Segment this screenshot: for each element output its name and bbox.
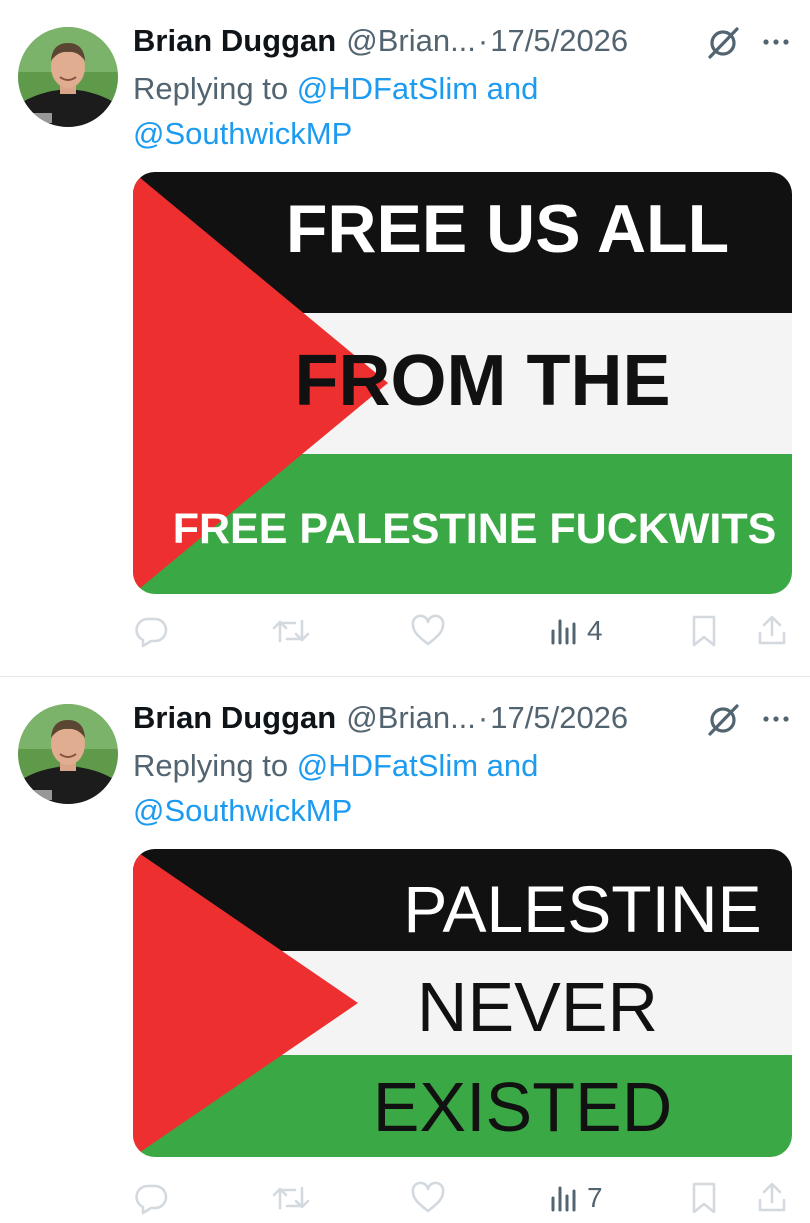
like-icon — [411, 1181, 445, 1213]
retweet-button[interactable] — [271, 606, 311, 656]
replying-to-label: Replying to — [133, 748, 289, 783]
tweet-image[interactable]: FREE US ALL FROM THE FREE PALESTINE FUCK… — [133, 172, 792, 594]
mention-conjunction: and — [486, 71, 539, 106]
image-text-line-1: PALESTINE — [403, 872, 762, 946]
author-handle[interactable]: @Brian... — [346, 698, 476, 738]
reply-button[interactable] — [133, 606, 169, 656]
views-icon — [551, 1186, 576, 1212]
image-text-line-2: NEVER — [416, 968, 659, 1046]
retweet-icon — [272, 1186, 310, 1210]
replying-to: Replying to @HDFatSlim and @SouthwickMP — [133, 66, 753, 156]
grok-icon[interactable] — [704, 24, 742, 62]
bookmark-icon — [692, 1182, 716, 1214]
share-icon — [758, 615, 786, 645]
tweet-header: Brian Duggan @Brian... · 17/5/2026 — [133, 21, 628, 61]
more-options-icon[interactable] — [758, 30, 794, 54]
views-button[interactable]: 4 — [549, 606, 603, 656]
tweet-date[interactable]: 17/5/2026 — [490, 698, 628, 738]
bookmark-button[interactable] — [689, 1173, 719, 1223]
share-icon — [758, 1182, 786, 1212]
mention-link[interactable]: @HDFatSlim — [297, 71, 478, 106]
like-button[interactable] — [409, 1173, 447, 1223]
avatar[interactable] — [18, 704, 118, 804]
share-button[interactable] — [755, 606, 789, 656]
author-name[interactable]: Brian Duggan — [133, 698, 336, 738]
tweet-2[interactable]: Brian Duggan @Brian... · 17/5/2026 Reply… — [0, 677, 810, 1215]
separator-dot: · — [477, 23, 489, 58]
retweet-button[interactable] — [271, 1173, 311, 1223]
views-icon — [551, 619, 576, 645]
author-handle[interactable]: @Brian... — [346, 21, 476, 61]
tweet-image[interactable]: PALESTINE NEVER EXISTED — [133, 849, 792, 1157]
tweet-1[interactable]: Brian Duggan @Brian... · 17/5/2026 Reply… — [0, 0, 810, 676]
mention-link[interactable]: @SouthwickMP — [133, 793, 352, 828]
replying-to-label: Replying to — [133, 71, 289, 106]
separator-dot: · — [477, 700, 489, 735]
bookmark-icon — [692, 615, 716, 647]
like-icon — [411, 614, 445, 646]
mention-link[interactable]: @SouthwickMP — [133, 116, 352, 151]
bookmark-button[interactable] — [689, 606, 719, 656]
reply-icon — [135, 617, 168, 648]
author-name[interactable]: Brian Duggan — [133, 21, 336, 61]
reply-icon — [135, 1184, 168, 1215]
image-text-line-3: FREE PALESTINE FUCKWITS — [172, 505, 777, 553]
tweet-header: Brian Duggan @Brian... · 17/5/2026 — [133, 698, 628, 738]
views-count: 4 — [587, 615, 603, 646]
action-bar: 4 — [133, 606, 810, 656]
more-options-icon[interactable] — [758, 707, 794, 731]
mention-link[interactable]: @HDFatSlim — [297, 748, 478, 783]
replying-to: Replying to @HDFatSlim and @SouthwickMP — [133, 743, 753, 833]
views-button[interactable]: 7 — [549, 1173, 603, 1223]
reply-button[interactable] — [133, 1173, 169, 1223]
avatar[interactable] — [18, 27, 118, 127]
views-count: 7 — [587, 1182, 603, 1213]
action-bar: 7 — [133, 1173, 810, 1223]
mention-conjunction: and — [486, 748, 539, 783]
image-text-line-3: EXISTED — [372, 1068, 673, 1146]
grok-icon[interactable] — [704, 701, 742, 739]
like-button[interactable] — [409, 606, 447, 656]
tweet-date[interactable]: 17/5/2026 — [490, 21, 628, 61]
image-text-line-2: FROM THE — [294, 341, 671, 421]
retweet-icon — [272, 619, 310, 643]
image-text-line-1: FREE US ALL — [285, 191, 730, 267]
share-button[interactable] — [755, 1173, 789, 1223]
